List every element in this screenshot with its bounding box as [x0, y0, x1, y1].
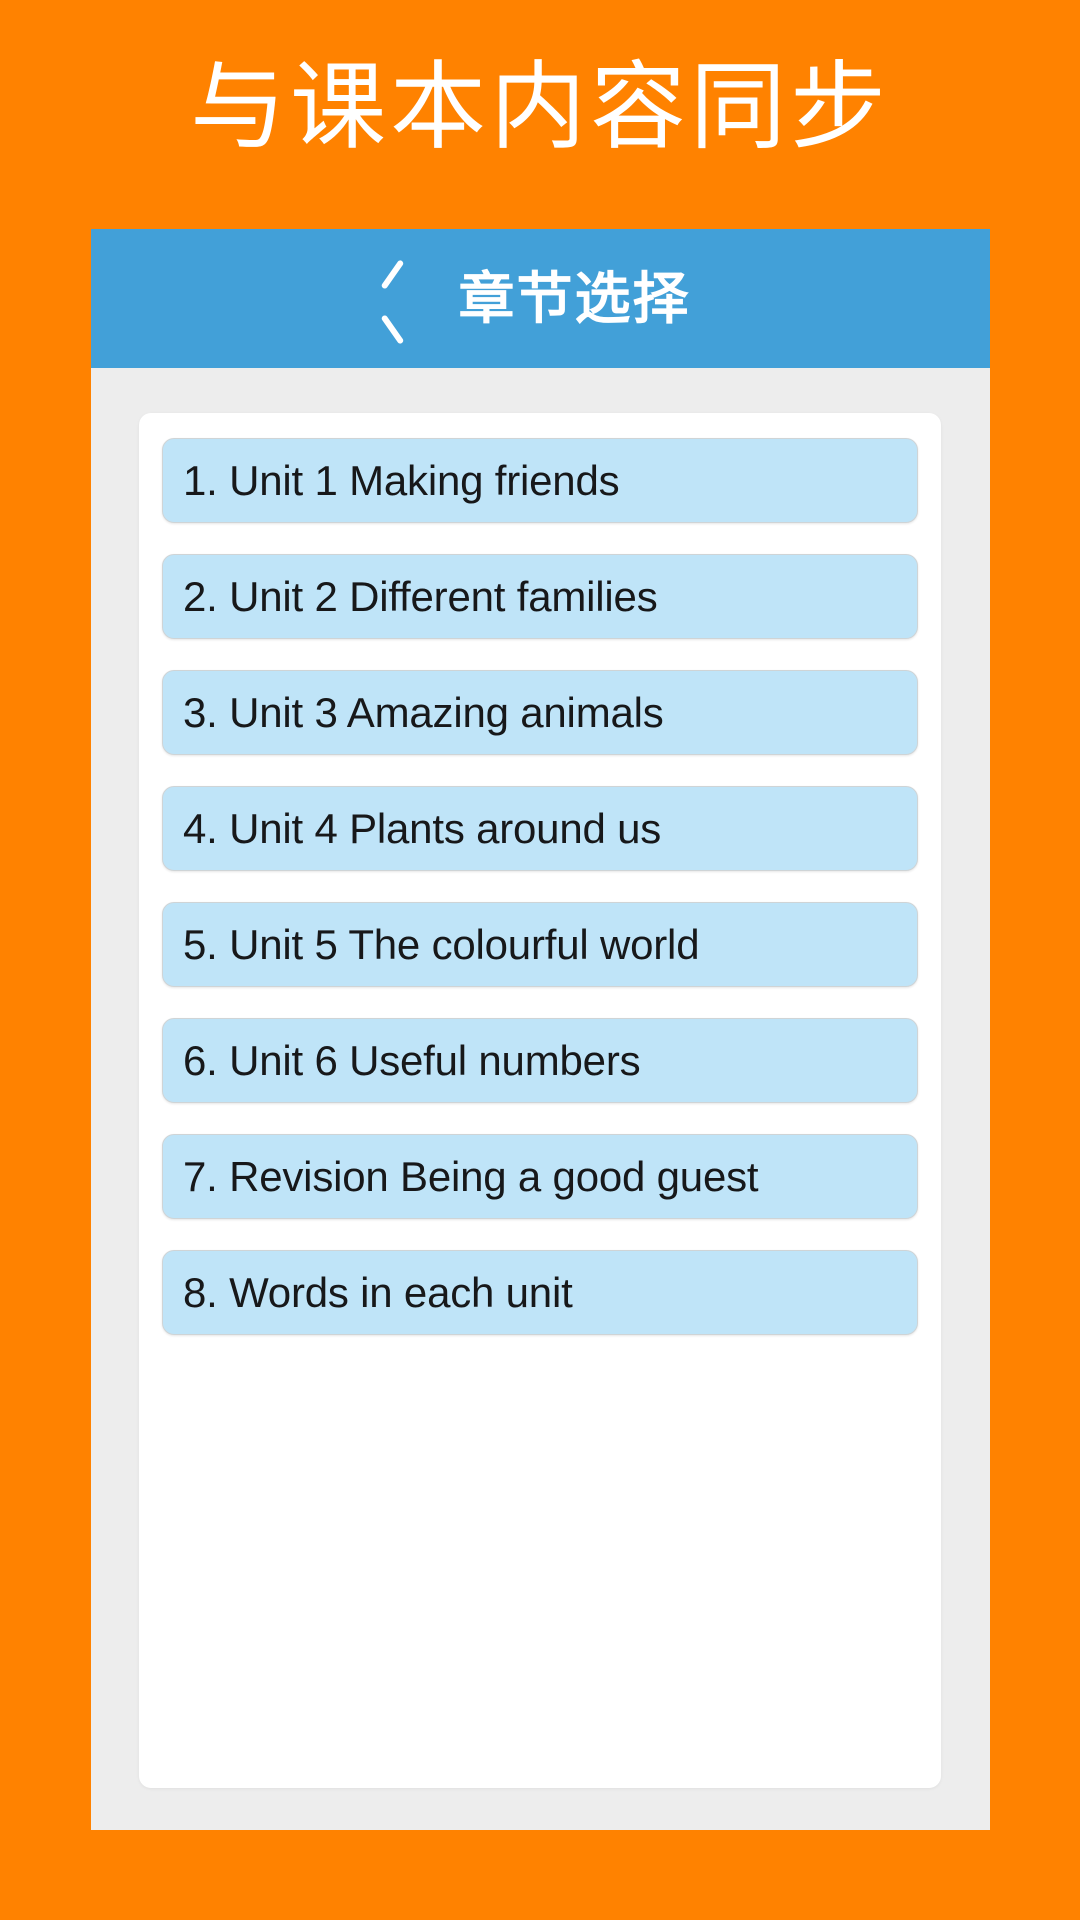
chapter-list-item-2[interactable]: 2. Unit 2 Different families [162, 554, 918, 639]
content-card: 1. Unit 1 Making friends 2. Unit 2 Diffe… [139, 413, 941, 1788]
chapter-list-item-4[interactable]: 4. Unit 4 Plants around us [162, 786, 918, 871]
page-title: 章节选择 [458, 266, 691, 330]
chapter-label: 4. Unit 4 Plants around us [183, 804, 662, 852]
chapter-list-item-5[interactable]: 5. Unit 5 The colourful world [162, 902, 918, 987]
chapter-label: 8. Words in each unit [183, 1268, 573, 1316]
nav-bar: 章节选择 [91, 229, 990, 368]
app-frame: 章节选择 1. Unit 1 Making friends 2. Unit 2 … [91, 229, 990, 1830]
chevron-left-icon[interactable] [379, 270, 413, 328]
chapter-label: 2. Unit 2 Different families [183, 572, 658, 620]
promo-headline: 与课本内容同步 [190, 54, 890, 161]
nav-bar-content: 章节选择 [379, 266, 691, 330]
chapter-list-item-8[interactable]: 8. Words in each unit [162, 1250, 918, 1335]
chapter-label: 7. Revision Being a good guest [183, 1152, 759, 1200]
chapter-list-item-6[interactable]: 6. Unit 6 Useful numbers [162, 1018, 918, 1103]
chapter-list: 1. Unit 1 Making friends 2. Unit 2 Diffe… [162, 438, 918, 1366]
chapter-label: 1. Unit 1 Making friends [183, 456, 620, 504]
chapter-list-item-7[interactable]: 7. Revision Being a good guest [162, 1134, 918, 1219]
chapter-list-item-3[interactable]: 3. Unit 3 Amazing animals [162, 670, 918, 755]
chapter-list-item-1[interactable]: 1. Unit 1 Making friends [162, 438, 918, 523]
chapter-label: 6. Unit 6 Useful numbers [183, 1036, 641, 1084]
chapter-label: 5. Unit 5 The colourful world [183, 920, 700, 968]
chapter-label: 3. Unit 3 Amazing animals [183, 688, 664, 736]
